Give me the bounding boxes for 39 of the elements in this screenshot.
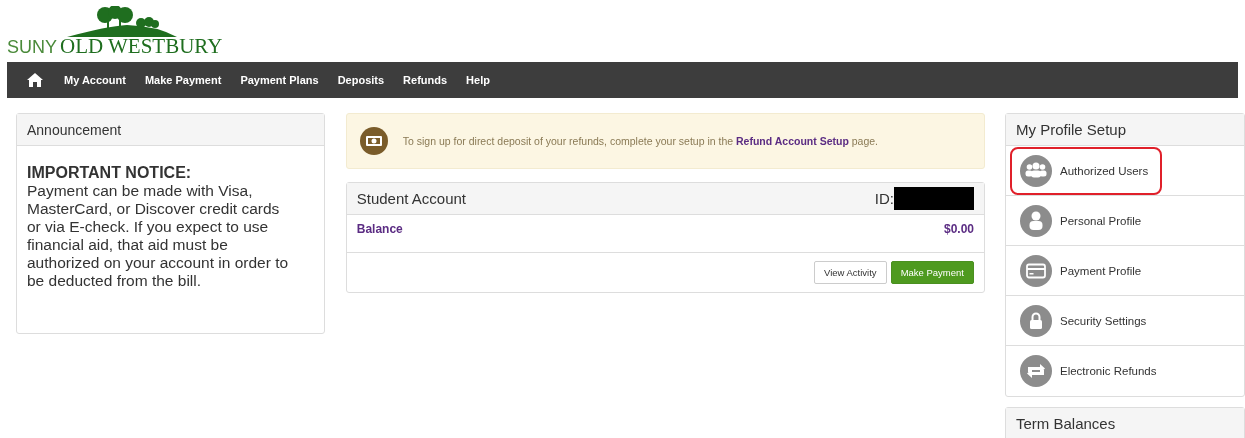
nav-link[interactable]: Refunds: [403, 74, 448, 86]
nav-link[interactable]: Payment Plans: [240, 74, 319, 86]
nav-link[interactable]: Make Payment: [144, 74, 222, 86]
trees-logo-icon: [67, 6, 177, 38]
profile-item[interactable]: Payment Profile: [1010, 246, 1156, 295]
nav-link[interactable]: Deposits: [337, 74, 385, 86]
make-payment-button[interactable]: Make Payment: [890, 261, 974, 284]
panel-title: My Profile Setup: [1016, 121, 1127, 138]
credit-card-icon: [1020, 254, 1052, 287]
profile-item[interactable]: Authorized Users: [1010, 146, 1163, 195]
balance-amount: $0.00: [943, 222, 974, 238]
profile-item-label: Personal Profile: [1060, 214, 1142, 227]
profile-item[interactable]: Electronic Refunds: [1010, 347, 1171, 395]
notice-heading: IMPORTANT NOTICE:: [27, 164, 193, 182]
nav-link[interactable]: My Account: [64, 74, 126, 86]
money-icon: [359, 127, 388, 155]
notice-text: Payment can be made with Visa, MasterCard, or Discover credit cards or via E-check. If you expect to use financial aid, that aid must be authorized on your account in order to be deducted from the bill.: [27, 182, 290, 290]
refund-setup-link[interactable]: Refund Account Setup: [736, 135, 849, 147]
profile-item-label: Payment Profile: [1060, 264, 1142, 277]
id-label: ID:: [874, 190, 894, 207]
panel-title: Student Account: [356, 190, 466, 207]
home-icon[interactable]: [27, 73, 43, 87]
profile-item[interactable]: Security Settings: [1010, 296, 1161, 345]
alert-text: To sign up for direct deposit of your refunds, complete your setup in the Refund Account Setup page.: [402, 135, 878, 147]
profile-item-label: Security Settings: [1060, 314, 1147, 327]
exchange-arrows-icon: [1020, 355, 1052, 387]
users-icon: [1020, 154, 1052, 187]
profile-item-label: Electronic Refunds: [1060, 365, 1157, 377]
profile-item[interactable]: Personal Profile: [1010, 196, 1156, 245]
balance-link[interactable]: Balance: [356, 222, 403, 252]
profile-item-label: Authorized Users: [1060, 164, 1149, 177]
lock-icon: [1020, 304, 1052, 337]
view-activity-button[interactable]: View Activity: [814, 261, 887, 284]
logo-name: OLD WESTBURY: [60, 36, 223, 57]
logo-prefix: SUNY: [7, 38, 57, 56]
panel-title: Announcement: [27, 121, 122, 138]
panel-title: Term Balances: [1016, 415, 1116, 432]
person-icon: [1020, 204, 1052, 237]
nav-link[interactable]: Help: [466, 74, 490, 86]
